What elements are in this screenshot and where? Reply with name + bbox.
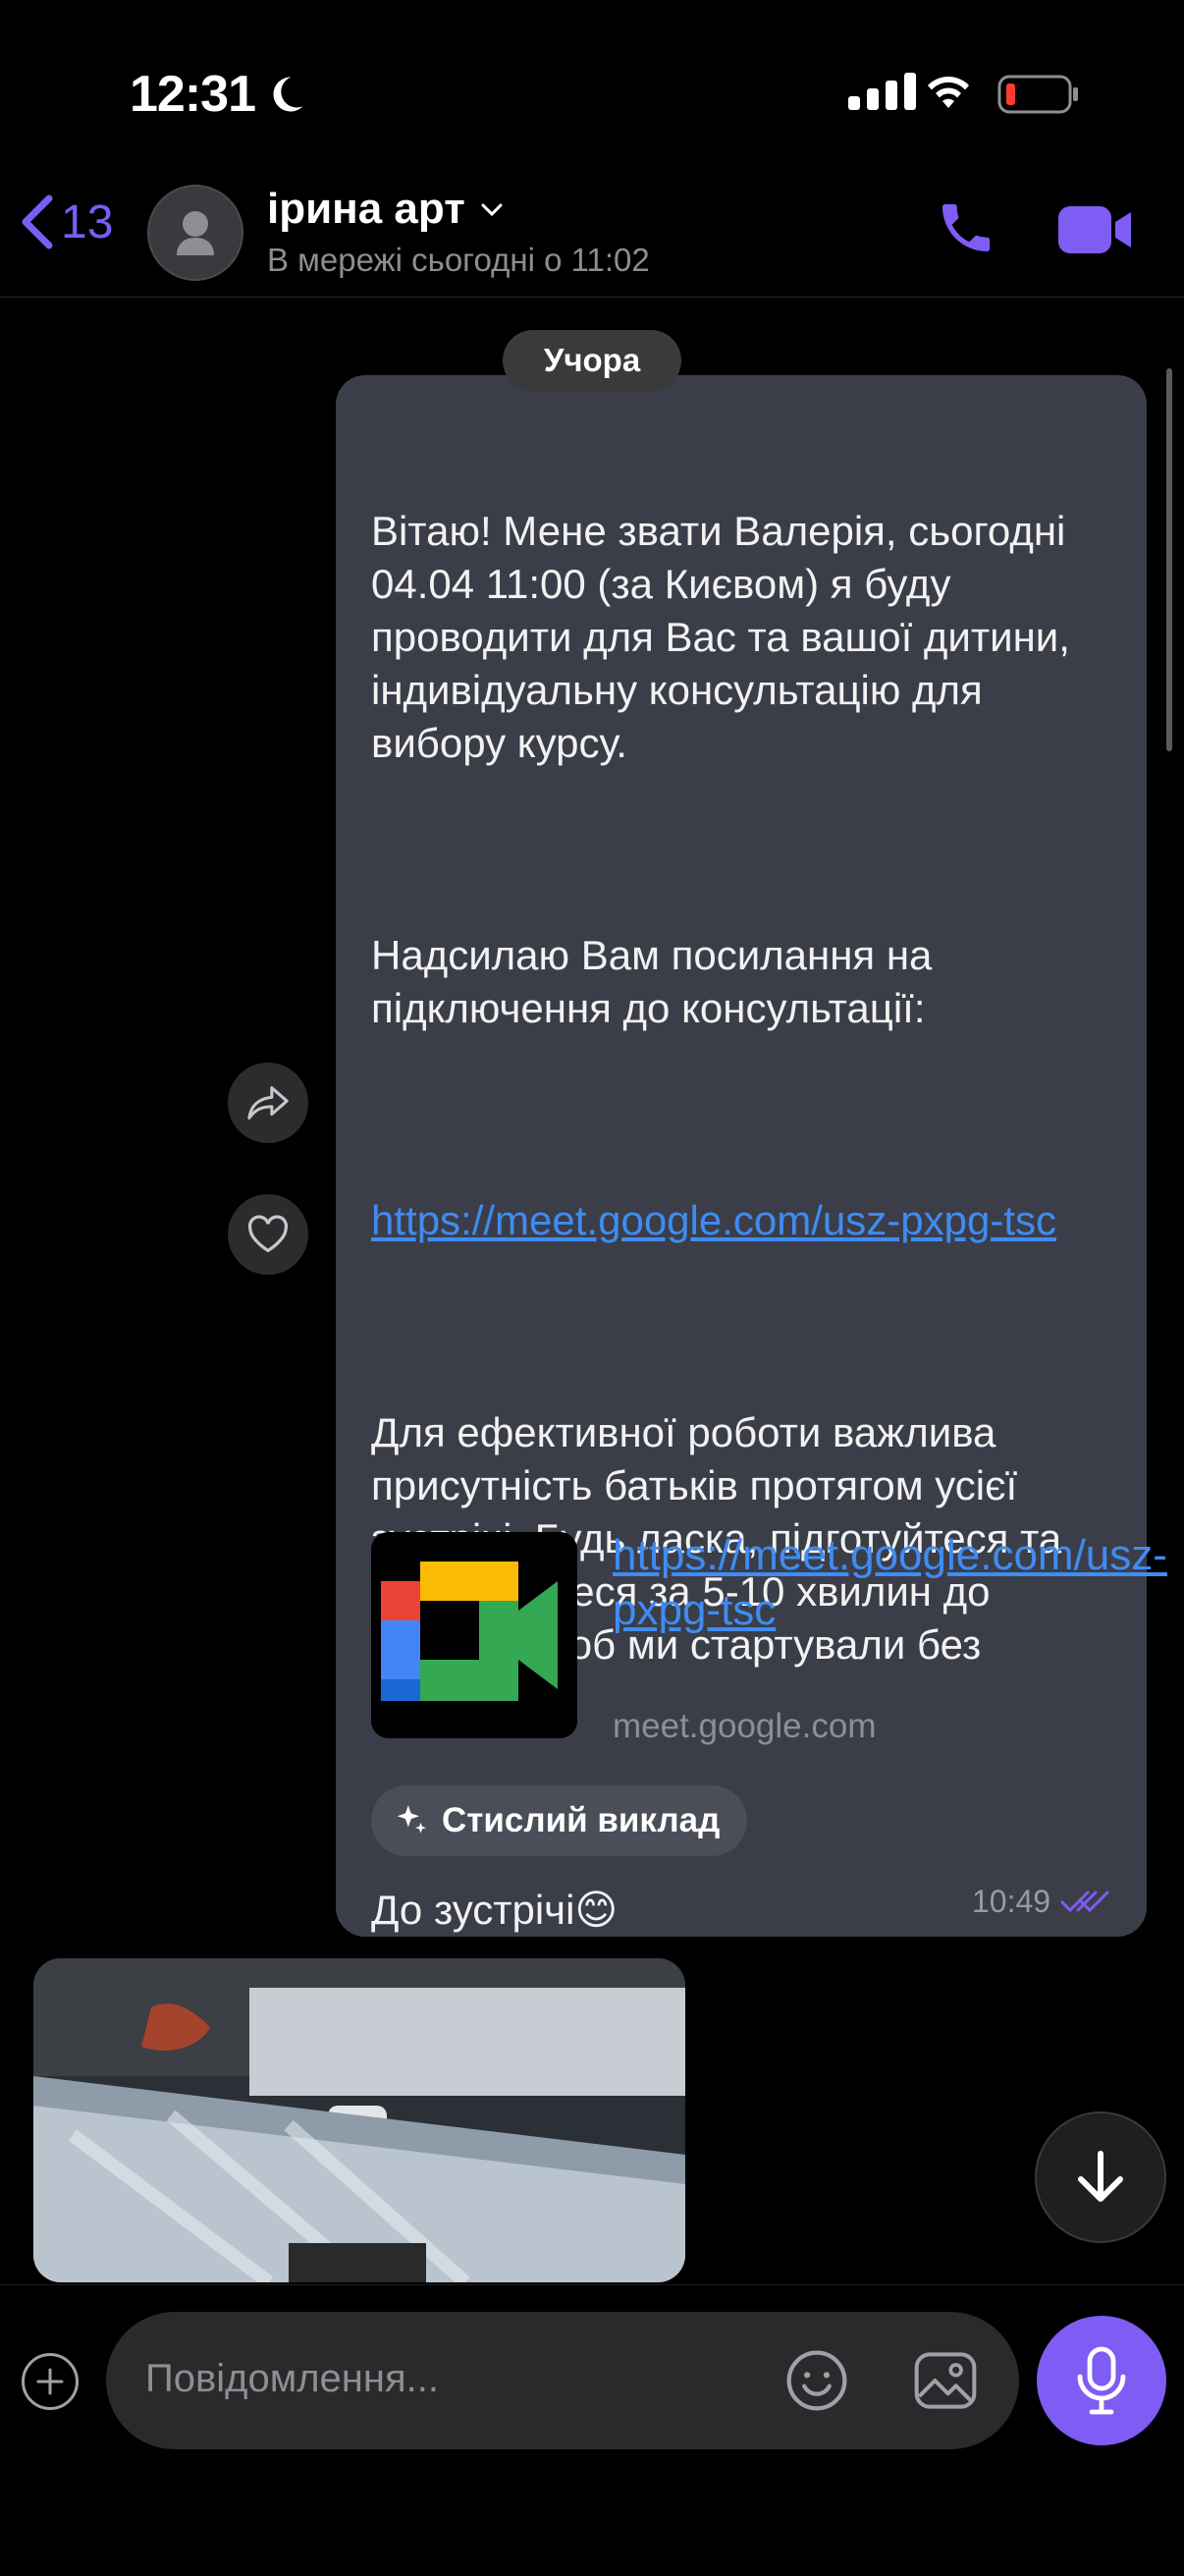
message-text: Вітаю! Мене звати Валерія, сьогодні 04.0… — [371, 399, 1127, 1990]
meet-link[interactable]: https://meet.google.com/usz-pxpg-tsc — [371, 1197, 1056, 1243]
back-button[interactable]: 13 — [20, 194, 113, 249]
avatar[interactable] — [147, 185, 243, 281]
clock-text: 12:31 — [130, 66, 256, 123]
forward-arrow-icon — [247, 1086, 289, 1120]
forward-button[interactable] — [228, 1063, 308, 1143]
message-paragraph: Надсилаю Вам посилання на підключення до… — [371, 932, 944, 1031]
heart-icon — [247, 1215, 289, 1253]
link-preview-image[interactable] — [371, 1532, 577, 1738]
message-input-placeholder: Повідомлення... — [145, 2357, 439, 2400]
moon-icon — [273, 77, 303, 112]
emoji-icon[interactable] — [783, 2347, 850, 2414]
date-separator: Учора — [503, 330, 681, 391]
photo-message[interactable] — [33, 1958, 685, 2282]
contact-name-button[interactable]: ірина арт — [267, 185, 505, 234]
video-call-icon[interactable] — [1056, 202, 1135, 257]
unread-count: 13 — [61, 195, 114, 248]
preview-link[interactable]: https://meet.google.com/usz-pxpg-tsc — [613, 1528, 1167, 1638]
cellular-signal-icon — [848, 73, 916, 110]
message-timestamp: 10:49 — [972, 1884, 1051, 1919]
phone-call-icon[interactable] — [935, 196, 997, 259]
attach-button[interactable] — [22, 2353, 79, 2410]
contact-name: ірина арт — [267, 185, 465, 233]
plus-icon — [36, 2368, 64, 2395]
photo-thumbnail — [33, 1958, 685, 2282]
arrow-down-icon — [1078, 2151, 1123, 2202]
summary-button[interactable]: Стислий виклад — [371, 1785, 748, 1856]
sparkles-icon — [397, 1805, 427, 1834]
preview-domain: meet.google.com — [613, 1707, 877, 1745]
person-icon — [177, 211, 214, 255]
voice-message-button[interactable] — [1037, 2316, 1166, 2445]
double-check-icon — [1060, 1891, 1109, 1912]
like-button[interactable] — [228, 1194, 308, 1275]
google-meet-logo-icon — [371, 1532, 577, 1738]
scrollbar[interactable] — [1166, 368, 1172, 751]
chevron-down-icon — [481, 203, 503, 217]
gallery-icon[interactable] — [911, 2349, 980, 2412]
wifi-icon — [928, 77, 969, 108]
scroll-down-button[interactable] — [1035, 2111, 1166, 2243]
summary-label: Стислий виклад — [442, 1801, 721, 1839]
status-time: 12:31 — [130, 65, 306, 124]
chevron-left-icon — [22, 194, 53, 249]
presence-status: В мережі сьогодні о 11:02 — [267, 242, 650, 278]
message-paragraph: Вітаю! Мене звати Валерія, сьогодні 04.0… — [371, 508, 1082, 766]
message-time: 10:49 — [972, 1884, 1109, 1920]
smile-emoji: 😊 — [574, 1887, 619, 1933]
microphone-icon — [1077, 2346, 1126, 2415]
battery-icon — [997, 75, 1078, 114]
message-paragraph: До зустрічі — [371, 1887, 575, 1933]
